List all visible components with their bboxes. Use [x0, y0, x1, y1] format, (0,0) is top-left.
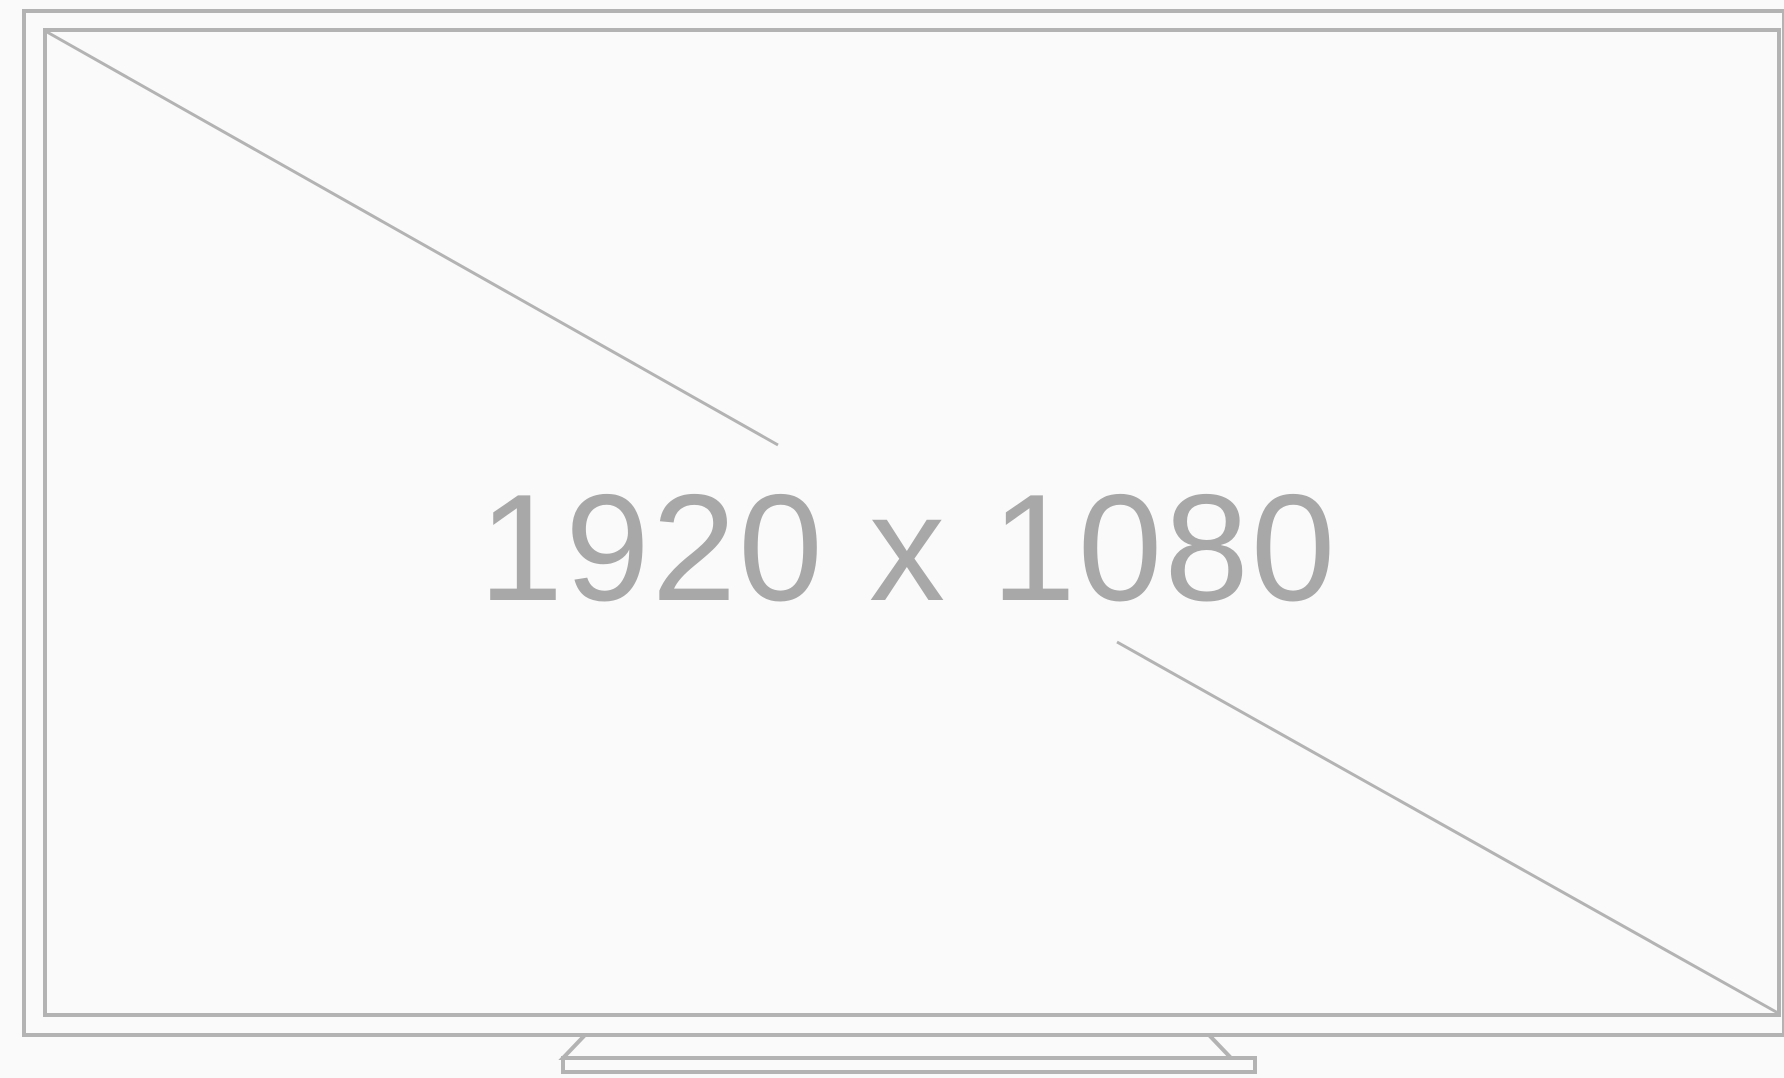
monitor-stand — [558, 1033, 1236, 1060]
monitor-placeholder: 1920 x 1080 — [0, 0, 1784, 1078]
monitor-illustration: 1920 x 1080 — [22, 9, 1784, 1074]
monitor-stand-base — [561, 1056, 1257, 1074]
resolution-label: 1920 x 1080 — [479, 463, 1338, 633]
